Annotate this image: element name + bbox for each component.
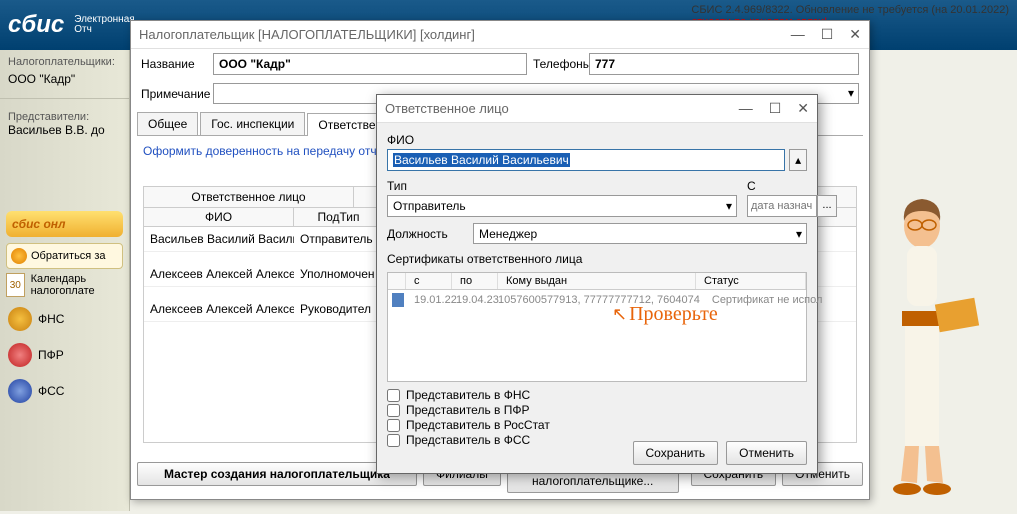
fio-dropdown-button[interactable]: ▴ bbox=[789, 149, 807, 171]
sidebar-org[interactable]: ООО "Кадр" bbox=[0, 70, 129, 94]
sidebar-item-fns[interactable]: ФНС bbox=[0, 301, 129, 337]
date-picker-button[interactable]: ... bbox=[817, 195, 837, 217]
phone-input[interactable] bbox=[589, 53, 859, 75]
check-pfr[interactable]: Представитель в ПФР bbox=[387, 403, 807, 417]
disk-icon bbox=[392, 293, 404, 307]
wizard-button[interactable]: Мастер создания налогоплательщика bbox=[137, 462, 417, 486]
fss-icon bbox=[8, 379, 32, 403]
minimize-button[interactable]: — bbox=[791, 26, 805, 43]
dialog-minimize-button[interactable]: — bbox=[739, 100, 753, 117]
date-from-input[interactable] bbox=[747, 195, 817, 217]
tab-inspections[interactable]: Гос. инспекции bbox=[200, 112, 305, 135]
window-title: Налогоплательщик [НАЛОГОПЛАТЕЛЬЩИКИ] [хо… bbox=[139, 27, 475, 42]
maximize-button[interactable]: ☐ bbox=[821, 26, 834, 43]
close-button[interactable]: ✕ bbox=[849, 26, 861, 43]
dialog-maximize-button[interactable]: ☐ bbox=[769, 100, 782, 117]
calendar-icon: 30 bbox=[6, 273, 25, 297]
sidebar-online[interactable]: сбис онл bbox=[6, 211, 123, 237]
sidebar-item-fss[interactable]: ФСС bbox=[0, 373, 129, 409]
responsible-person-dialog: Ответственное лицо — ☐ ✕ ФИО Васильев Ва… bbox=[376, 94, 818, 474]
illustration bbox=[857, 181, 987, 511]
attorney-link[interactable]: Оформить доверенность на передачу отчетн bbox=[143, 144, 395, 158]
fio-input[interactable]: Васильев Василий Васильевич bbox=[387, 149, 785, 171]
dialog-title: Ответственное лицо bbox=[385, 101, 509, 116]
help-icon bbox=[11, 248, 27, 264]
sidebar: Налогоплательщики: ООО "Кадр" Представит… bbox=[0, 50, 130, 511]
pfr-icon bbox=[8, 343, 32, 367]
logo: сбис bbox=[8, 11, 64, 39]
sidebar-contact[interactable]: Обратиться за bbox=[6, 243, 123, 269]
representative-checks: Представитель в ФНС Представитель в ПФР … bbox=[387, 388, 807, 447]
cert-grid: с по Кому выдан Статус 19.01.22 19.04.23… bbox=[387, 272, 807, 382]
sidebar-calendar[interactable]: 30 Календарь налогоплате bbox=[6, 273, 123, 297]
position-select[interactable]: Менеджер▾ bbox=[473, 223, 807, 244]
dialog-save-button[interactable]: Сохранить bbox=[633, 441, 719, 465]
name-input[interactable] bbox=[213, 53, 527, 75]
dialog-cancel-button[interactable]: Отменить bbox=[726, 441, 807, 465]
dialog-close-button[interactable]: ✕ bbox=[797, 100, 809, 117]
check-fns[interactable]: Представитель в ФНС bbox=[387, 388, 807, 402]
check-rosstat[interactable]: Представитель в РосСтат bbox=[387, 418, 807, 432]
cert-row[interactable]: 19.01.22 19.04.23 1057600577913, 7777777… bbox=[388, 290, 806, 310]
tab-general[interactable]: Общее bbox=[137, 112, 198, 135]
sidebar-rep[interactable]: Васильев В.В. до bbox=[8, 123, 121, 137]
sidebar-item-pfr[interactable]: ПФР bbox=[0, 337, 129, 373]
type-select[interactable]: Отправитель▾ bbox=[387, 195, 737, 217]
fns-icon bbox=[8, 307, 32, 331]
